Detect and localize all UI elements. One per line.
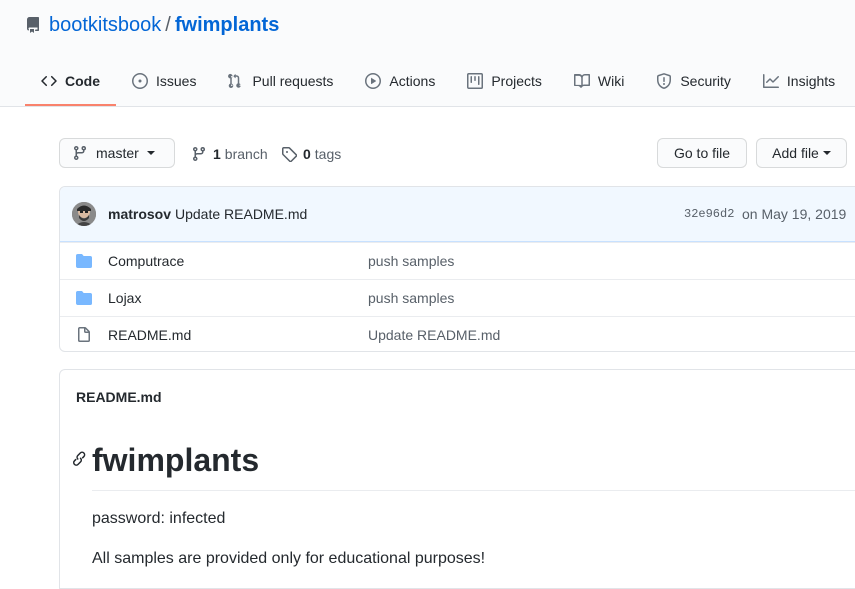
readme-box: README.md fwimplants password: infected … <box>59 369 855 589</box>
pull-request-icon <box>228 73 242 88</box>
tab-issues[interactable]: Issues <box>116 58 212 106</box>
chevron-down-icon <box>146 151 155 155</box>
commit-message-link[interactable]: Update README.md <box>175 206 307 222</box>
branch-count-link[interactable]: 1 branch <box>191 138 268 170</box>
readme-title: fwimplants <box>92 442 260 478</box>
commit-sha-link[interactable]: 32e96d2 <box>684 207 734 221</box>
file-commit-link[interactable]: push samples <box>368 290 454 306</box>
repo-title: bootkitsbook / fwimplants <box>25 12 279 38</box>
file-commit-link[interactable]: Update README.md <box>368 327 500 343</box>
project-icon <box>467 73 484 89</box>
repo-name-link[interactable]: fwimplants <box>175 14 279 37</box>
branch-select-button[interactable]: master <box>59 138 175 168</box>
readme-paragraph: All samples are provided only for educat… <box>92 550 486 567</box>
tab-label: Security <box>680 73 731 89</box>
tag-count: 0 <box>303 146 311 162</box>
tab-label: Wiki <box>597 73 625 89</box>
folder-icon <box>76 291 92 305</box>
go-to-file-button[interactable]: Go to file <box>657 138 747 168</box>
tag-count-label: tags <box>314 146 342 162</box>
shield-icon <box>657 73 672 89</box>
tab-insights[interactable]: Insights <box>747 58 851 106</box>
file-toolbar: master 1 branch 0 tags Go to file Add fi… <box>59 138 847 170</box>
play-icon <box>365 73 382 89</box>
tab-label: Issues <box>156 73 197 89</box>
file-commit-link[interactable]: push samples <box>368 253 454 269</box>
tab-label: Projects <box>491 73 542 89</box>
issue-icon <box>132 73 148 89</box>
code-icon <box>41 75 57 87</box>
branch-count: 1 <box>213 146 221 162</box>
repo-icon <box>25 17 41 33</box>
tab-actions[interactable]: Actions <box>349 58 451 106</box>
file-row: Computrace push samples <box>60 242 855 279</box>
book-icon <box>573 74 590 88</box>
add-file-label: Add file <box>772 145 819 161</box>
repo-owner-link[interactable]: bootkitsbook <box>49 14 161 37</box>
tab-projects[interactable]: Projects <box>451 58 558 106</box>
tab-label: Insights <box>786 73 836 89</box>
branch-icon <box>193 146 205 162</box>
tag-count-link[interactable]: 0 tags <box>281 138 341 170</box>
commit-date: on May 19, 2019 <box>742 206 847 222</box>
file-name-link[interactable]: Lojax <box>108 290 141 306</box>
title-divider <box>92 490 855 491</box>
tab-label: Code <box>65 73 100 89</box>
tab-label: Actions <box>389 73 436 89</box>
tab-code[interactable]: Code <box>25 58 116 106</box>
branch-name: master <box>96 145 139 161</box>
add-file-button[interactable]: Add file <box>756 138 847 168</box>
file-name-link[interactable]: README.md <box>108 327 191 343</box>
file-icon <box>78 327 90 342</box>
folder-icon <box>76 254 92 268</box>
tab-label: Pull requests <box>252 73 334 89</box>
chevron-down-icon <box>822 151 831 155</box>
commit-author-link[interactable]: matrosov <box>108 206 171 222</box>
tab-wiki[interactable]: Wiki <box>558 58 640 106</box>
branch-icon <box>74 145 86 161</box>
readme-paragraph: password: infected <box>92 510 226 527</box>
tab-pull-requests[interactable]: Pull requests <box>212 58 349 106</box>
repo-header: bootkitsbook / fwimplants Code Issues Pu… <box>0 0 855 107</box>
branch-count-label: branch <box>224 146 268 162</box>
tab-security[interactable]: Security <box>640 58 747 106</box>
tag-icon <box>281 147 297 162</box>
link-icon[interactable] <box>72 450 88 466</box>
file-row: Lojax push samples <box>60 279 855 316</box>
file-list: matrosov Update README.md 32e96d2 on May… <box>59 186 855 352</box>
repo-tabs: Code Issues Pull requests Actions Projec… <box>25 58 851 106</box>
latest-commit-row: matrosov Update README.md 32e96d2 on May… <box>60 187 855 242</box>
avatar[interactable] <box>72 202 96 226</box>
file-row: README.md Update README.md <box>60 316 855 351</box>
readme-header: README.md <box>76 389 162 405</box>
repo-separator: / <box>165 13 171 36</box>
graph-icon <box>762 74 779 88</box>
file-name-link[interactable]: Computrace <box>108 253 184 269</box>
